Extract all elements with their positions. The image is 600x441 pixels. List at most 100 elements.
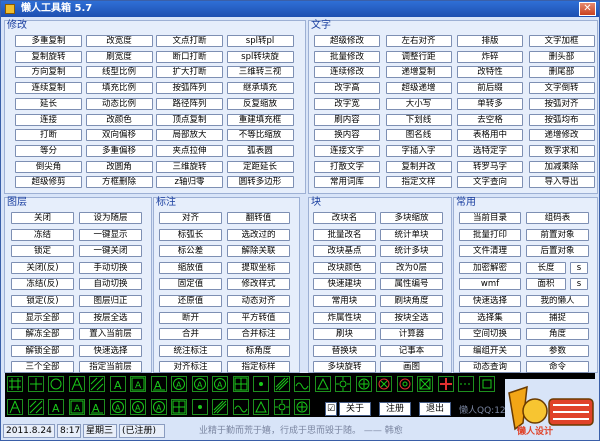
- modify-button[interactable]: 继承填充: [226, 82, 294, 95]
- layer-button[interactable]: 冻结(反): [11, 278, 74, 291]
- box-a-icon[interactable]: A: [130, 376, 146, 392]
- shape-icon[interactable]: [314, 376, 331, 392]
- text-button[interactable]: 打散文字: [314, 160, 380, 173]
- common-button[interactable]: 我的懒人: [526, 295, 589, 307]
- rect-x-icon[interactable]: [417, 376, 433, 392]
- common-button[interactable]: 面积: [526, 278, 566, 291]
- layer-button[interactable]: 一键显示: [79, 228, 142, 241]
- text-button[interactable]: 调整行距: [385, 50, 452, 63]
- circle-plus-icon[interactable]: [355, 376, 372, 392]
- text-button[interactable]: 删头部: [528, 50, 595, 63]
- modify-button[interactable]: 按弧阵列: [156, 82, 223, 95]
- target-icon[interactable]: [294, 399, 310, 415]
- grid-dot-icon[interactable]: [232, 376, 249, 392]
- dim-button[interactable]: 修改样式: [227, 278, 290, 291]
- text-button[interactable]: 炸碎: [457, 50, 523, 63]
- wave-icon[interactable]: [294, 376, 310, 392]
- modify-button[interactable]: 顶点复制: [156, 113, 223, 126]
- layer-button[interactable]: 关闭: [11, 212, 74, 224]
- common-button[interactable]: 参数: [526, 344, 589, 357]
- layer-button[interactable]: 冻结: [11, 228, 74, 241]
- dim-button[interactable]: 提取坐标: [227, 261, 290, 274]
- circle-a2-icon[interactable]: A: [212, 376, 228, 392]
- common-button[interactable]: 编组开关: [459, 344, 521, 357]
- modify-button[interactable]: 方框删除: [85, 176, 153, 189]
- dim-button[interactable]: 固定值: [159, 278, 222, 291]
- text-button[interactable]: 选特定字: [457, 144, 523, 157]
- block-button[interactable]: 改块名: [313, 212, 376, 224]
- modify-button[interactable]: 填充比例: [85, 82, 153, 95]
- dim-button[interactable]: 对齐: [159, 212, 222, 224]
- about-button[interactable]: 关于: [339, 402, 371, 416]
- text-button[interactable]: 批量修改: [314, 50, 380, 63]
- text-button[interactable]: 递增修改: [528, 129, 595, 142]
- layer-button[interactable]: 关闭(反): [11, 261, 74, 274]
- modify-button[interactable]: 局部放大: [156, 129, 223, 142]
- common-button[interactable]: s: [570, 261, 588, 274]
- text-button[interactable]: 加减乘除: [528, 160, 595, 173]
- text-button[interactable]: 换内容: [314, 129, 380, 142]
- modify-button[interactable]: 路径阵列: [156, 97, 223, 110]
- cross-red-icon[interactable]: [437, 376, 454, 392]
- dim-button[interactable]: 缩放值: [159, 261, 222, 274]
- dim-button[interactable]: 解除关联: [227, 245, 290, 258]
- pin-checkbox[interactable]: ☑: [325, 402, 337, 416]
- letter-a-icon[interactable]: A: [109, 376, 126, 392]
- dim-button[interactable]: 标弧长: [159, 228, 222, 241]
- common-button[interactable]: 捕捉: [526, 311, 589, 324]
- text-button[interactable]: 数字求和: [528, 144, 595, 157]
- modify-button[interactable]: 文点打断: [156, 35, 223, 47]
- common-button[interactable]: 前置对象: [526, 228, 589, 241]
- layer-button[interactable]: 解锁全部: [11, 344, 74, 357]
- text-button[interactable]: 前后缀: [457, 82, 523, 95]
- modify-button[interactable]: 超级修剪: [15, 176, 82, 189]
- text-button[interactable]: 文字查向: [457, 176, 523, 189]
- modify-button[interactable]: 改圆角: [85, 160, 153, 173]
- dashed-icon[interactable]: [458, 376, 474, 392]
- modify-button[interactable]: 方向复制: [15, 66, 82, 79]
- common-button[interactable]: 动态查询: [459, 361, 521, 374]
- text-button[interactable]: 超级修改: [314, 35, 380, 47]
- text-button[interactable]: 导入导出: [528, 176, 595, 189]
- modify-button[interactable]: 刷宽度: [85, 50, 153, 63]
- common-button[interactable]: 加密解密: [459, 261, 521, 274]
- modify-button[interactable]: 连续复制: [15, 82, 82, 95]
- layer-button[interactable]: 设为随层: [79, 212, 142, 224]
- circle-a2-icon[interactable]: A: [109, 399, 126, 415]
- dim-button[interactable]: 标公差: [159, 245, 222, 258]
- dim-button[interactable]: 合并: [159, 328, 222, 341]
- layer-button[interactable]: 图层归正: [79, 295, 142, 307]
- letter-a-icon[interactable]: [7, 399, 23, 415]
- text-button[interactable]: 按弧均布: [528, 113, 595, 126]
- circle-a-icon[interactable]: A: [191, 376, 208, 392]
- modify-button[interactable]: 线型比例: [85, 66, 153, 79]
- diag-lines-icon[interactable]: [273, 376, 290, 392]
- modify-button[interactable]: 三维转三视: [226, 66, 294, 79]
- text-button[interactable]: 指定文样: [385, 176, 452, 189]
- diag-lines-icon[interactable]: [171, 399, 187, 415]
- text-button[interactable]: 文字倒转: [528, 82, 595, 95]
- rotate-a-icon[interactable]: A: [171, 376, 187, 392]
- block-button[interactable]: 替换块: [313, 344, 376, 357]
- text-button[interactable]: 排版: [457, 35, 523, 47]
- dim-button[interactable]: 平方转值: [227, 311, 290, 324]
- letter-a2-icon[interactable]: A: [150, 376, 167, 392]
- text-button[interactable]: 超级递增: [385, 82, 452, 95]
- modify-button[interactable]: 弧表圆: [226, 144, 294, 157]
- hatch-icon[interactable]: [89, 376, 105, 392]
- block-button[interactable]: 常用块: [313, 295, 376, 307]
- modify-button[interactable]: 延长: [15, 97, 82, 110]
- text-button[interactable]: 删尾部: [528, 66, 595, 79]
- text-button[interactable]: 文字加框: [528, 35, 595, 47]
- text-button[interactable]: 连续修改: [314, 66, 380, 79]
- cross-icon[interactable]: [27, 376, 44, 392]
- layer-button[interactable]: 锁定: [11, 245, 74, 258]
- modify-button[interactable]: 定距延长: [226, 160, 294, 173]
- modify-button[interactable]: 改颜色: [85, 113, 153, 126]
- modify-button[interactable]: 双向偏移: [85, 129, 153, 142]
- modify-button[interactable]: 多重复制: [15, 35, 82, 47]
- modify-button[interactable]: z轴归零: [156, 176, 223, 189]
- dim-button[interactable]: 对齐标注: [159, 361, 222, 374]
- block-button[interactable]: 属性编号: [380, 278, 443, 291]
- common-button[interactable]: 组码表: [526, 212, 589, 224]
